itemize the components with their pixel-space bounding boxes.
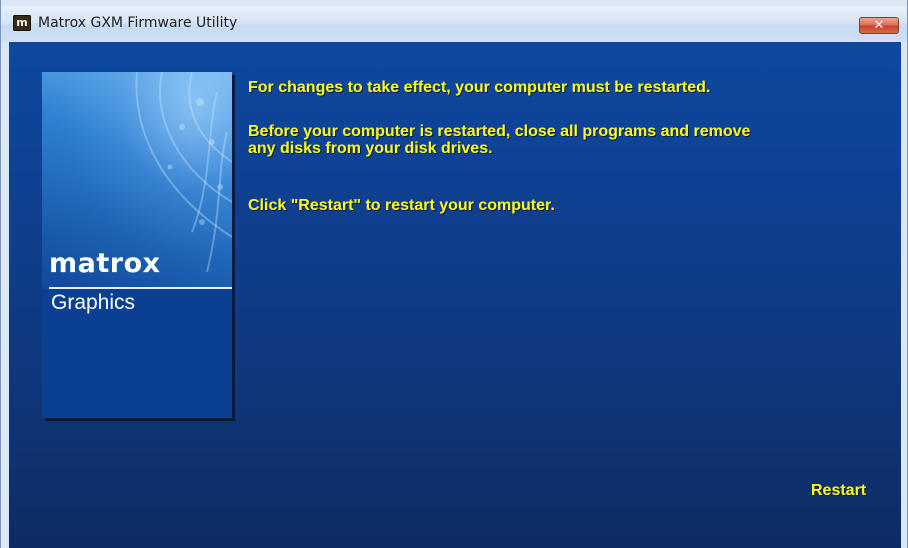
matrox-logo: matrox — [49, 248, 161, 279]
restart-button[interactable]: Restart — [811, 482, 866, 500]
window-title: Matrox GXM Firmware Utility — [38, 15, 238, 31]
dialog-body: matrox Graphics For changes to take effe… — [9, 42, 901, 548]
title-bar[interactable]: m Matrox GXM Firmware Utility ✕ — [1, 6, 907, 42]
message-click-restart: Click "Restart" to restart your computer… — [248, 197, 555, 214]
close-button[interactable]: ✕ — [859, 17, 899, 34]
message-close-programs: Before your computer is restarted, close… — [248, 123, 751, 157]
app-icon-glyph: m — [16, 16, 28, 29]
matrox-app-icon[interactable]: m — [13, 15, 31, 31]
matrox-graphics-banner: matrox Graphics — [42, 72, 232, 418]
message-restart-required: For changes to take effect, your compute… — [248, 79, 711, 96]
graphics-label: Graphics — [51, 291, 136, 314]
app-window: m Matrox GXM Firmware Utility ✕ matrox G… — [0, 0, 908, 548]
close-icon: ✕ — [873, 18, 885, 33]
